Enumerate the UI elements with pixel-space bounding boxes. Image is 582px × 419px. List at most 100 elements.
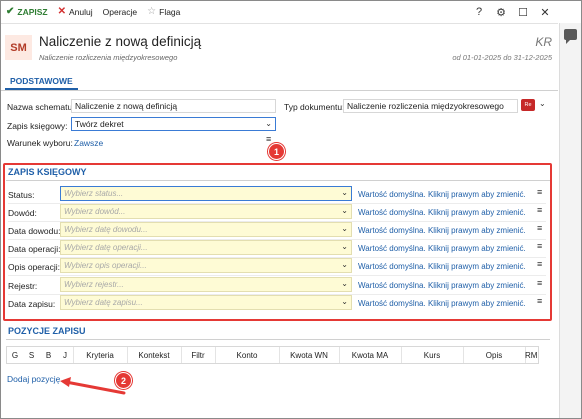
section-title-zapis: ZAPIS KSIĘGOWY: [8, 167, 87, 177]
opis-operacji-select[interactable]: Wybierz opis operacji... ⌄: [60, 258, 352, 273]
checkmark-icon: ✔: [6, 6, 15, 17]
menu-icon[interactable]: ≡: [537, 223, 542, 233]
menu-icon[interactable]: ≡: [537, 241, 542, 251]
default-value-link[interactable]: Wartość domyślna. Kliknij prawym aby zmi…: [358, 281, 526, 290]
page-subtitle: Naliczenie rozliczenia międzyokresowego: [39, 53, 178, 62]
section-title-pozycje: POZYCJE ZAPISU: [8, 326, 86, 336]
annotation-marker-1: 1: [268, 143, 285, 160]
scheme-name-label: Nazwa schematu:: [7, 102, 75, 112]
row-divider: [8, 275, 546, 276]
rejestr-select[interactable]: Wybierz rejestr... ⌄: [60, 277, 352, 292]
chevron-down-icon: ⌄: [341, 188, 348, 197]
column-header[interactable]: G: [7, 347, 23, 363]
data-operacji-select[interactable]: Wybierz datę operacji... ⌄: [60, 240, 352, 255]
right-rail: [559, 23, 581, 418]
menu-icon[interactable]: ≡: [537, 259, 542, 269]
data-zapisu-select[interactable]: Wybierz datę zapisu... ⌄: [60, 295, 352, 310]
default-value-link[interactable]: Wartość domyślna. Kliknij prawym aby zmi…: [358, 190, 526, 199]
doc-type-label: Typ dokumentu:: [284, 102, 345, 112]
scheme-name-input[interactable]: Naliczenie z nową definicją: [71, 99, 276, 113]
row-label-data-dowodu: Data dowodu:: [8, 226, 61, 236]
toolbar: ✔ ZAPISZ ✕ Anuluj Operacje ☆ Flaga ? ⚙ ☐…: [1, 1, 558, 23]
column-header[interactable]: Konto: [215, 347, 279, 363]
company-code: KR: [535, 35, 552, 49]
booking-select[interactable]: Twórz dekret ⌄: [71, 117, 276, 131]
column-header[interactable]: B: [40, 347, 57, 363]
row-label-status: Status:: [8, 190, 35, 200]
period-range: od 01-01-2025 do 31-12-2025: [452, 53, 552, 62]
chevron-down-icon: ⌄: [341, 297, 348, 306]
doc-type-value: Naliczenie rozliczenia międzyokresowego: [347, 101, 504, 111]
page-title: Naliczenie z nową definicją: [39, 34, 202, 49]
default-value-link[interactable]: Wartość domyślna. Kliknij prawym aby zmi…: [358, 262, 526, 271]
operations-label: Operacje: [102, 7, 138, 17]
menu-icon[interactable]: ≡: [537, 187, 542, 197]
data-operacji-placeholder: Wybierz datę operacji...: [64, 243, 148, 252]
row-label-opis-operacji: Opis operacji:: [8, 262, 60, 272]
operations-button[interactable]: Operacje: [98, 1, 143, 23]
positions-table-header: G S B J Kryteria Kontekst Filtr Konto Kw…: [6, 346, 539, 364]
save-label: ZAPISZ: [17, 7, 48, 17]
default-value-link[interactable]: Wartość domyślna. Kliknij prawym aby zmi…: [358, 244, 526, 253]
column-header[interactable]: Filtr: [181, 347, 215, 363]
rejestr-placeholder: Wybierz rejestr...: [64, 280, 124, 289]
row-label-data-zapisu: Data zapisu:: [8, 299, 56, 309]
default-value-link[interactable]: Wartość domyślna. Kliknij prawym aby zmi…: [358, 208, 526, 217]
flag-button[interactable]: ☆ Flaga: [142, 1, 185, 23]
close-icon: ✕: [57, 6, 67, 17]
menu-icon[interactable]: ≡: [266, 134, 271, 144]
booking-value: Twórz dekret: [75, 119, 124, 129]
column-header[interactable]: J: [57, 347, 73, 363]
chevron-down-icon: ⌄: [341, 224, 348, 233]
save-button[interactable]: ✔ ZAPISZ: [1, 1, 53, 23]
gear-icon[interactable]: ⚙: [490, 6, 512, 19]
chat-icon[interactable]: [564, 29, 577, 44]
menu-icon[interactable]: ≡: [537, 296, 542, 306]
column-header[interactable]: Kwota MA: [339, 347, 401, 363]
booking-label: Zapis księgowy:: [7, 121, 68, 131]
default-value-link[interactable]: Wartość domyślna. Kliknij prawym aby zmi…: [358, 226, 526, 235]
status-placeholder: Wybierz status...: [64, 189, 124, 198]
data-dowodu-placeholder: Wybierz datę dowodu...: [64, 225, 148, 234]
column-header[interactable]: S: [23, 347, 40, 363]
flag-label: Flaga: [159, 7, 181, 17]
help-icon[interactable]: ?: [468, 6, 490, 18]
row-label-rejestr: Rejestr:: [8, 281, 38, 291]
maximize-icon[interactable]: ☐: [512, 6, 534, 19]
menu-icon[interactable]: ≡: [537, 278, 542, 288]
condition-link[interactable]: Zawsze: [74, 138, 103, 148]
condition-label: Warunek wyboru:: [7, 138, 73, 148]
annotation-marker-2: 2: [115, 372, 132, 389]
chevron-down-icon[interactable]: ⌄: [539, 99, 546, 108]
doc-type-field[interactable]: Naliczenie rozliczenia międzyokresowego: [343, 99, 518, 113]
scheme-name-value: Naliczenie z nową definicją: [75, 101, 178, 111]
column-header[interactable]: Kwota WN: [279, 347, 339, 363]
cancel-button[interactable]: ✕ Anuluj: [53, 1, 98, 23]
tab-podstawowe[interactable]: PODSTAWOWE: [5, 73, 78, 90]
window-controls: ? ⚙ ☐ ✕: [468, 1, 556, 23]
default-value-link[interactable]: Wartość domyślna. Kliknij prawym aby zmi…: [358, 299, 526, 308]
close-window-icon[interactable]: ✕: [534, 6, 556, 19]
column-header[interactable]: Kontekst: [127, 347, 181, 363]
chevron-down-icon: ⌄: [265, 119, 272, 128]
chevron-down-icon: ⌄: [341, 260, 348, 269]
avatar: SM: [5, 35, 32, 60]
data-zapisu-placeholder: Wybierz datę zapisu...: [64, 298, 143, 307]
document-type-icon[interactable]: Re: [521, 99, 535, 111]
column-header[interactable]: Opis: [463, 347, 525, 363]
row-label-data-operacji: Data operacji:: [8, 244, 61, 254]
column-header[interactable]: Kryteria: [73, 347, 127, 363]
status-select[interactable]: Wybierz status... ⌄: [60, 186, 352, 201]
opis-operacji-placeholder: Wybierz opis operacji...: [64, 261, 147, 270]
chevron-down-icon: ⌄: [341, 206, 348, 215]
data-dowodu-select[interactable]: Wybierz datę dowodu... ⌄: [60, 222, 352, 237]
dowod-select[interactable]: Wybierz dowód... ⌄: [60, 204, 352, 219]
row-label-dowod: Dowód:: [8, 208, 37, 218]
star-icon: ☆: [147, 6, 157, 17]
add-position-link[interactable]: Dodaj pozycję: [7, 374, 60, 384]
column-header[interactable]: RM: [525, 347, 539, 363]
arrow-head: [60, 377, 71, 387]
cancel-label: Anuluj: [69, 7, 93, 17]
menu-icon[interactable]: ≡: [537, 205, 542, 215]
column-header[interactable]: Kurs: [401, 347, 463, 363]
